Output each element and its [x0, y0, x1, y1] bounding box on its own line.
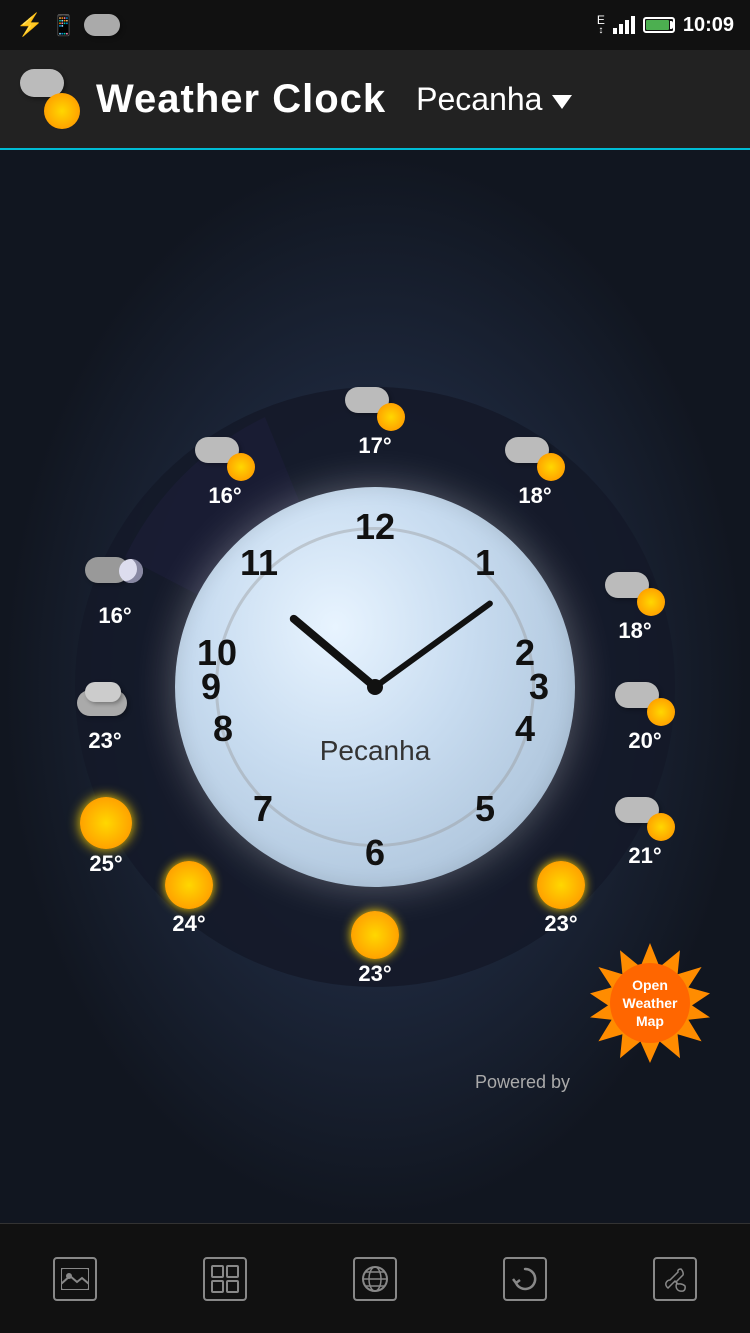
status-right-icons: E ↕ 10:09	[597, 14, 734, 37]
weather-item-top: 17°	[345, 387, 405, 459]
location-dropdown-icon[interactable]	[552, 95, 572, 109]
weather-temp-top: 17°	[358, 433, 391, 459]
weather-temp-leftup: 16°	[98, 603, 131, 629]
status-time: 10:09	[683, 14, 734, 37]
wrench-icon[interactable]	[653, 1257, 697, 1301]
clock-face: 12 1 2 3 4 5 6 7 8 9 10 11 Pecanha	[175, 487, 575, 887]
clock-num-6: 6	[357, 835, 393, 871]
clock-num-4: 4	[507, 711, 543, 747]
status-left-icons: ⚡ 📱	[16, 12, 120, 38]
weather-item-rightup: 18°	[605, 572, 665, 644]
weather-icon-rightlow	[615, 797, 675, 841]
clock-num-5: 5	[467, 791, 503, 827]
center-dot	[367, 679, 383, 695]
wallpaper-icon[interactable]	[53, 1257, 97, 1301]
clock-city-name: Pecanha	[320, 735, 431, 767]
widgets-icon[interactable]	[203, 1257, 247, 1301]
weather-icon-rightup	[605, 572, 665, 616]
weather-temp-bottomcenter: 23°	[358, 961, 391, 987]
weather-icon-top	[345, 387, 405, 431]
weather-temp-topleft: 16°	[208, 483, 241, 509]
weather-item-bottomleft: 24°	[165, 861, 213, 937]
usb-icon: ⚡	[16, 12, 43, 38]
clock-num-10: 10	[199, 635, 235, 671]
sunny-icon-bottomleft	[165, 861, 213, 909]
sunny-icon-leftlow	[80, 797, 132, 849]
weather-item-rightlow: 21°	[615, 797, 675, 869]
weather-icon-topright	[505, 437, 565, 481]
nav-item-wallpaper[interactable]	[10, 1239, 140, 1319]
weather-item-rightmid: 20°	[615, 682, 675, 754]
battery-icon	[643, 17, 675, 33]
clock-num-3: 3	[521, 669, 557, 705]
clock-num-11: 11	[241, 545, 277, 581]
globe-icon[interactable]	[353, 1257, 397, 1301]
refresh-icon[interactable]	[503, 1257, 547, 1301]
sunny-icon-bottomright	[537, 861, 585, 909]
app-title: Weather Clock	[96, 77, 386, 122]
weather-temp-rightup: 18°	[618, 618, 651, 644]
clock-num-1: 1	[467, 545, 503, 581]
app-icon	[20, 69, 80, 129]
sim-icon: 📱	[51, 13, 76, 38]
clock-num-7: 7	[245, 791, 281, 827]
weather-icon-topleft	[195, 437, 255, 481]
weather-icon-leftup	[85, 557, 145, 601]
status-bar: ⚡ 📱 E ↕ 10:09	[0, 0, 750, 50]
owm-button-text: OpenWeatherMap	[623, 976, 678, 1031]
nav-item-widgets[interactable]	[160, 1239, 290, 1319]
weather-icon-leftmid	[75, 682, 135, 726]
sun-button-shape[interactable]: OpenWeatherMap	[590, 943, 710, 1063]
data-signal-icon: E ↕	[597, 14, 605, 36]
weather-temp-rightlow: 21°	[628, 843, 661, 869]
weather-temp-bottomright: 23°	[544, 911, 577, 937]
weather-temp-rightmid: 20°	[628, 728, 661, 754]
weather-icon-rightmid	[615, 682, 675, 726]
weather-temp-leftmid: 23°	[88, 728, 121, 754]
main-content: 17° 16° 18° 16°	[0, 150, 750, 1223]
nav-item-map[interactable]	[310, 1239, 440, 1319]
powered-by-text: Powered by	[475, 1072, 570, 1093]
weather-item-topright: 18°	[505, 437, 565, 509]
weather-temp-topright: 18°	[518, 483, 551, 509]
clock-num-9: 9	[193, 669, 229, 705]
weather-item-bottomcenter: 23°	[351, 911, 399, 987]
weather-item-topleft: 16°	[195, 437, 255, 509]
owm-button[interactable]: OpenWeatherMap	[590, 943, 710, 1063]
sunny-icon-bottomcenter	[351, 911, 399, 959]
clock-num-12: 12	[357, 509, 393, 545]
app-bar: Weather Clock Pecanha	[0, 50, 750, 150]
weather-item-leftlow: 25°	[80, 797, 132, 877]
location-name[interactable]: Pecanha	[416, 81, 542, 118]
nav-item-settings[interactable]	[610, 1239, 740, 1319]
weather-item-leftmid: 23°	[75, 682, 135, 754]
bottom-nav	[0, 1223, 750, 1333]
weather-item-bottomright: 23°	[537, 861, 585, 937]
weather-temp-leftlow: 25°	[89, 851, 122, 877]
weather-item-leftup: 16°	[85, 557, 145, 629]
sun-circle[interactable]: OpenWeatherMap	[610, 963, 690, 1043]
weather-temp-bottomleft: 24°	[172, 911, 205, 937]
nav-item-refresh[interactable]	[460, 1239, 590, 1319]
signal-strength-icon	[613, 16, 635, 34]
clock-container: 17° 16° 18° 16°	[65, 377, 685, 997]
clock-num-8: 8	[205, 711, 241, 747]
notification-cloud-icon	[84, 14, 120, 36]
